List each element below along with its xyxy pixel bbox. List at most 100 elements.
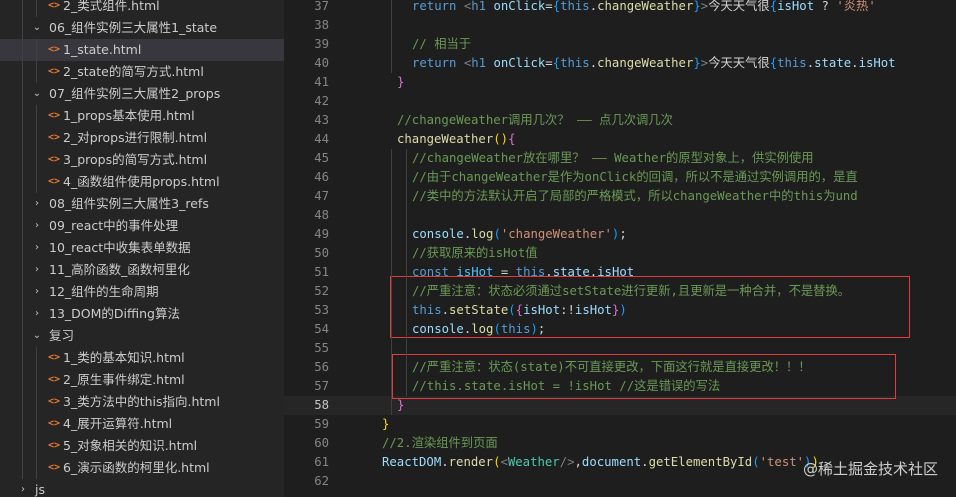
indent-guide [22,435,23,457]
indent-guide [36,347,37,369]
code-token: { [508,132,516,146]
folder-item[interactable]: ⌄ 06_组件实例三大属性1_state [0,17,284,39]
indent-guide [22,39,23,61]
code-line[interactable]: 43 //changeWeather调用几次？ —— 点几次调几次 [284,111,956,130]
file-item[interactable]: <> 1_state.html [0,39,284,61]
file-item[interactable]: <> 1_props基本使用.html [0,105,284,127]
chevron-down-icon[interactable]: ⌄ [31,83,43,105]
highlight-box-direct-change [392,354,896,399]
chevron-down-icon[interactable]: ⌄ [31,17,43,39]
indent-guide [36,171,37,193]
code-text: return <h1 onClick={this.changeWeather}>… [412,0,876,16]
code-token: . [851,56,859,70]
code-token: //由于changeWeather是作为onClick的回调，所以不是通过实例调… [412,170,858,184]
folder-item[interactable]: › 13_DOM的Diffing算法 [0,303,284,325]
code-line[interactable]: 42 [284,92,956,111]
code-editor[interactable]: 62 61 ReactDOM.render(<Weather/>,document.… [284,0,956,497]
tree-item-label: 2_类式组件.html [63,0,160,13]
code-token: changeWeather [397,132,494,146]
file-item[interactable]: <> 3_props的简写方式.html [0,149,284,171]
code-text: changeWeather(){ [397,130,515,149]
code-line[interactable]: 37 return <h1 onClick={this.changeWeather… [284,0,956,16]
indent-guide [36,39,37,61]
code-text: } [382,415,389,434]
line-number: 42 [314,94,329,108]
code-text: // 相当于 [412,35,471,54]
file-item[interactable]: <> 4_函数组件使用props.html [0,171,284,193]
code-token: = [545,0,553,13]
code-line[interactable]: 40 return <h1 onClick={this.changeWeather… [284,54,956,73]
code-token: { [552,0,561,13]
html-file-icon: <> [48,66,61,77]
code-line[interactable]: 48 [284,206,956,225]
code-line[interactable]: 60 //2.渲染组件到页面 [284,434,956,453]
line-number: 39 [314,37,329,51]
code-line[interactable]: 39 // 相当于 [284,35,956,54]
tree-item-label: 13_DOM的Diffing算法 [49,306,180,321]
code-token: changeWeather [597,0,694,13]
file-item[interactable]: <> 2_原生事件绑定.html [0,369,284,391]
folder-item[interactable]: › js [0,479,284,497]
tree-item-label: 复习 [49,328,75,343]
code-token: < [500,455,508,469]
file-item[interactable]: <> 1_类的基本知识.html [0,347,284,369]
chevron-right-icon[interactable]: › [31,237,43,259]
line-number: 53 [314,303,329,317]
line-number: 60 [314,436,329,450]
line-number: 59 [314,417,329,431]
code-line[interactable]: 46 //由于changeWeather是作为onClick的回调，所以不是通过实… [284,168,956,187]
folder-item[interactable]: ⌄ 复习 [0,325,284,347]
code-token: ReactDOM [382,455,442,469]
tree-item-label: 06_组件实例三大属性1_state [49,20,218,35]
indent-guide [22,193,23,215]
file-item[interactable]: <> 6_演示函数的柯里化.html [0,457,284,479]
line-number: 50 [314,246,329,260]
chevron-down-icon[interactable]: ⌄ [31,325,43,347]
folder-item[interactable]: › 08_组件实例三大属性3_refs [0,193,284,215]
chevron-right-icon[interactable]: › [31,215,43,237]
code-line[interactable]: 47 //类中的方法默认开启了局部的严格模式，所以changeWeather中的t… [284,187,956,206]
folder-item[interactable]: › 09_react中的事件处理 [0,215,284,237]
html-file-icon: <> [48,462,61,473]
tree-item-label: 12_组件的生命周期 [49,284,159,299]
file-item[interactable]: <> 2_类式组件.html [0,0,284,17]
code-token: . [589,0,598,13]
code-line[interactable]: 44 changeWeather(){ [284,130,956,149]
indent-guide [406,149,407,396]
folder-item[interactable]: ⌄ 07_组件实例三大属性2_props [0,83,284,105]
code-token: onClick [493,56,546,70]
chevron-right-icon[interactable]: › [31,259,43,281]
code-line[interactable]: 38 [284,16,956,35]
file-item[interactable]: <> 3_类方法中的this指向.html [0,391,284,413]
tree-item-label: 3_类方法中的this指向.html [63,394,220,409]
code-token: () [493,132,509,146]
code-token: 'changeWeather' [500,227,612,241]
folder-item[interactable]: › 10_react中收集表单数据 [0,237,284,259]
indent-guide [391,0,392,73]
chevron-right-icon[interactable]: › [17,479,29,497]
code-line[interactable]: 50 //获取原来的isHot值 [284,244,956,263]
line-number: 51 [314,265,329,279]
line-number: 54 [314,322,329,336]
code-token: } [397,398,405,412]
file-item[interactable]: <> 2_state的简写方式.html [0,61,284,83]
folder-item[interactable]: › 11_高阶函数_函数柯里化 [0,259,284,281]
code-token: } [397,75,405,89]
code-text: } [397,73,404,92]
code-line[interactable]: 41} [284,73,956,92]
code-line[interactable]: 49 console.log('changeWeather'); [284,225,956,244]
file-item[interactable]: <> 5_对象相关的知识.html [0,435,284,457]
html-file-icon: <> [48,374,61,385]
chevron-right-icon[interactable]: › [31,281,43,303]
chevron-right-icon[interactable]: › [31,303,43,325]
chevron-right-icon[interactable]: › [31,193,43,215]
code-token: 'test' [759,455,805,469]
indent-guide [22,127,23,149]
code-line[interactable]: 59} [284,415,956,434]
file-item[interactable]: <> 4_展开运算符.html [0,413,284,435]
code-line[interactable]: 45 //changeWeather放在哪里？ —— Weather的原型对象上，… [284,149,956,168]
folder-item[interactable]: › 12_组件的生命周期 [0,281,284,303]
code-text: //changeWeather调用几次？ —— 点几次调几次 [397,111,673,130]
tree-item-label: 10_react中收集表单数据 [49,240,191,255]
file-item[interactable]: <> 2_对props进行限制.html [0,127,284,149]
